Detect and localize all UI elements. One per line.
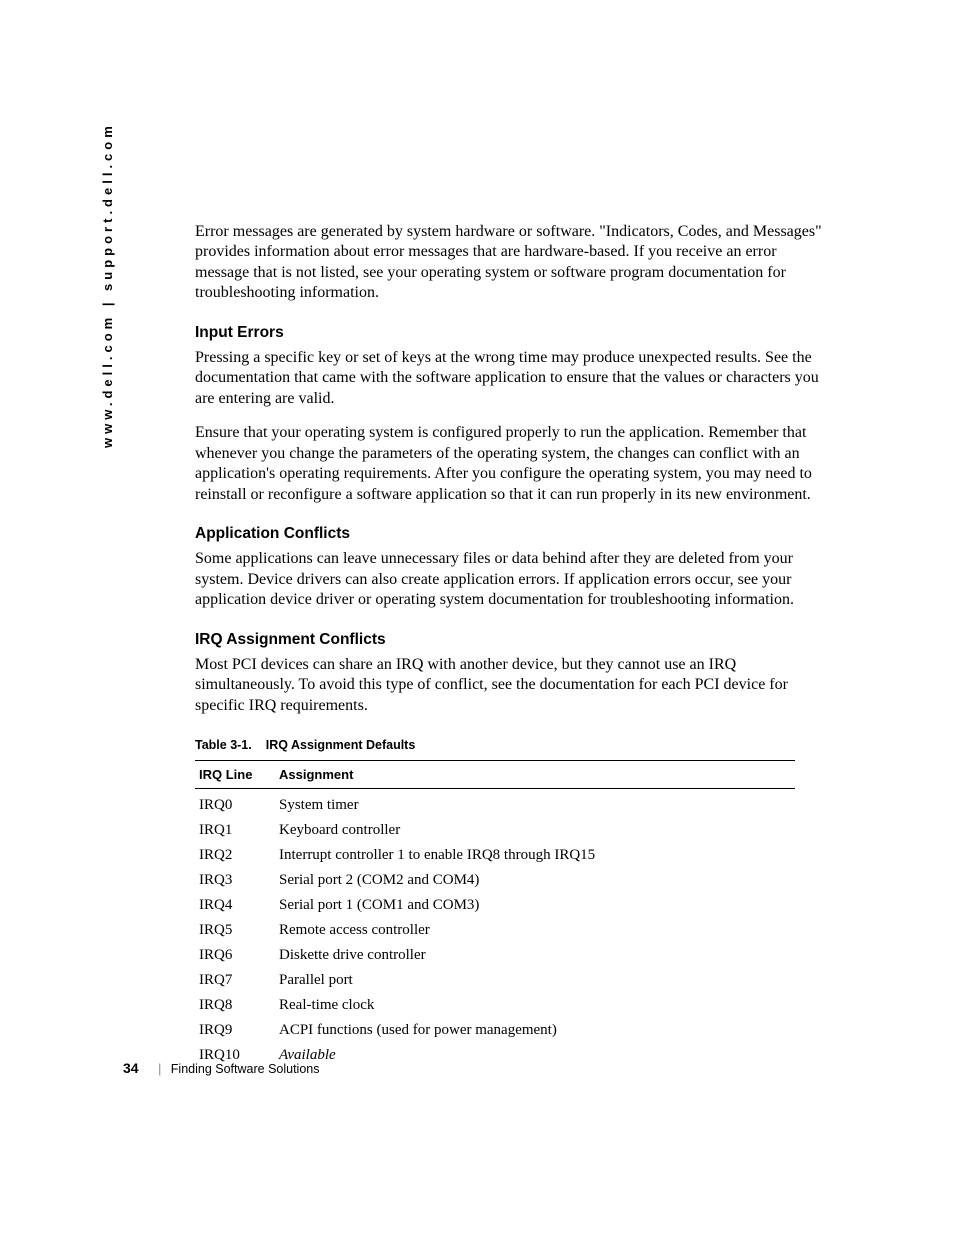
cell-assignment: Parallel port xyxy=(279,968,795,993)
page-footer: 34 | Finding Software Solutions xyxy=(123,1060,823,1076)
cell-assignment: Real-time clock xyxy=(279,993,795,1018)
cell-assignment: Serial port 2 (COM2 and COM4) xyxy=(279,868,795,893)
table-caption: Table 3-1. IRQ Assignment Defaults xyxy=(195,738,825,752)
footer-section-title: Finding Software Solutions xyxy=(171,1062,320,1076)
cell-irq-line: IRQ3 xyxy=(195,868,279,893)
app-conflicts-p1: Some applications can leave unnecessary … xyxy=(195,549,825,610)
cell-irq-line: IRQ9 xyxy=(195,1018,279,1043)
cell-irq-line: IRQ7 xyxy=(195,968,279,993)
th-assignment: Assignment xyxy=(279,760,795,788)
input-errors-p2: Ensure that your operating system is con… xyxy=(195,423,825,505)
cell-irq-line: IRQ8 xyxy=(195,993,279,1018)
page-number: 34 xyxy=(123,1060,139,1076)
footer-separator: | xyxy=(158,1062,161,1076)
cell-assignment: Diskette drive controller xyxy=(279,943,795,968)
table-row: IRQ6Diskette drive controller xyxy=(195,943,795,968)
table-row: IRQ8Real-time clock xyxy=(195,993,795,1018)
table-row: IRQ0System timer xyxy=(195,788,795,818)
table-row: IRQ1Keyboard controller xyxy=(195,818,795,843)
heading-irq-conflicts: IRQ Assignment Conflicts xyxy=(195,631,825,649)
table-row: IRQ7Parallel port xyxy=(195,968,795,993)
table-caption-title: IRQ Assignment Defaults xyxy=(266,738,416,752)
input-errors-p1: Pressing a specific key or set of keys a… xyxy=(195,348,825,409)
sidebar-url-text: www.dell.com | support.dell.com xyxy=(100,122,115,448)
cell-assignment: System timer xyxy=(279,788,795,818)
cell-assignment: Serial port 1 (COM1 and COM3) xyxy=(279,893,795,918)
table-row: IRQ5Remote access controller xyxy=(195,918,795,943)
heading-input-errors: Input Errors xyxy=(195,324,825,342)
irq-p1: Most PCI devices can share an IRQ with a… xyxy=(195,655,825,716)
cell-irq-line: IRQ1 xyxy=(195,818,279,843)
table-header-row: IRQ Line Assignment xyxy=(195,760,795,788)
cell-assignment: ACPI functions (used for power managemen… xyxy=(279,1018,795,1043)
cell-assignment: Remote access controller xyxy=(279,918,795,943)
cell-irq-line: IRQ4 xyxy=(195,893,279,918)
table-row: IRQ4Serial port 1 (COM1 and COM3) xyxy=(195,893,795,918)
cell-irq-line: IRQ5 xyxy=(195,918,279,943)
cell-irq-line: IRQ2 xyxy=(195,843,279,868)
cell-irq-line: IRQ0 xyxy=(195,788,279,818)
page-content: Error messages are generated by system h… xyxy=(195,222,825,1068)
heading-application-conflicts: Application Conflicts xyxy=(195,525,825,543)
table-row: IRQ3Serial port 2 (COM2 and COM4) xyxy=(195,868,795,893)
cell-assignment: Keyboard controller xyxy=(279,818,795,843)
cell-irq-line: IRQ6 xyxy=(195,943,279,968)
table-row: IRQ9ACPI functions (used for power manag… xyxy=(195,1018,795,1043)
table-row: IRQ2Interrupt controller 1 to enable IRQ… xyxy=(195,843,795,868)
th-irq-line: IRQ Line xyxy=(195,760,279,788)
table-caption-number: Table 3-1. xyxy=(195,738,252,752)
intro-paragraph: Error messages are generated by system h… xyxy=(195,222,825,304)
irq-table: IRQ Line Assignment IRQ0System timerIRQ1… xyxy=(195,760,795,1068)
cell-assignment: Interrupt controller 1 to enable IRQ8 th… xyxy=(279,843,795,868)
